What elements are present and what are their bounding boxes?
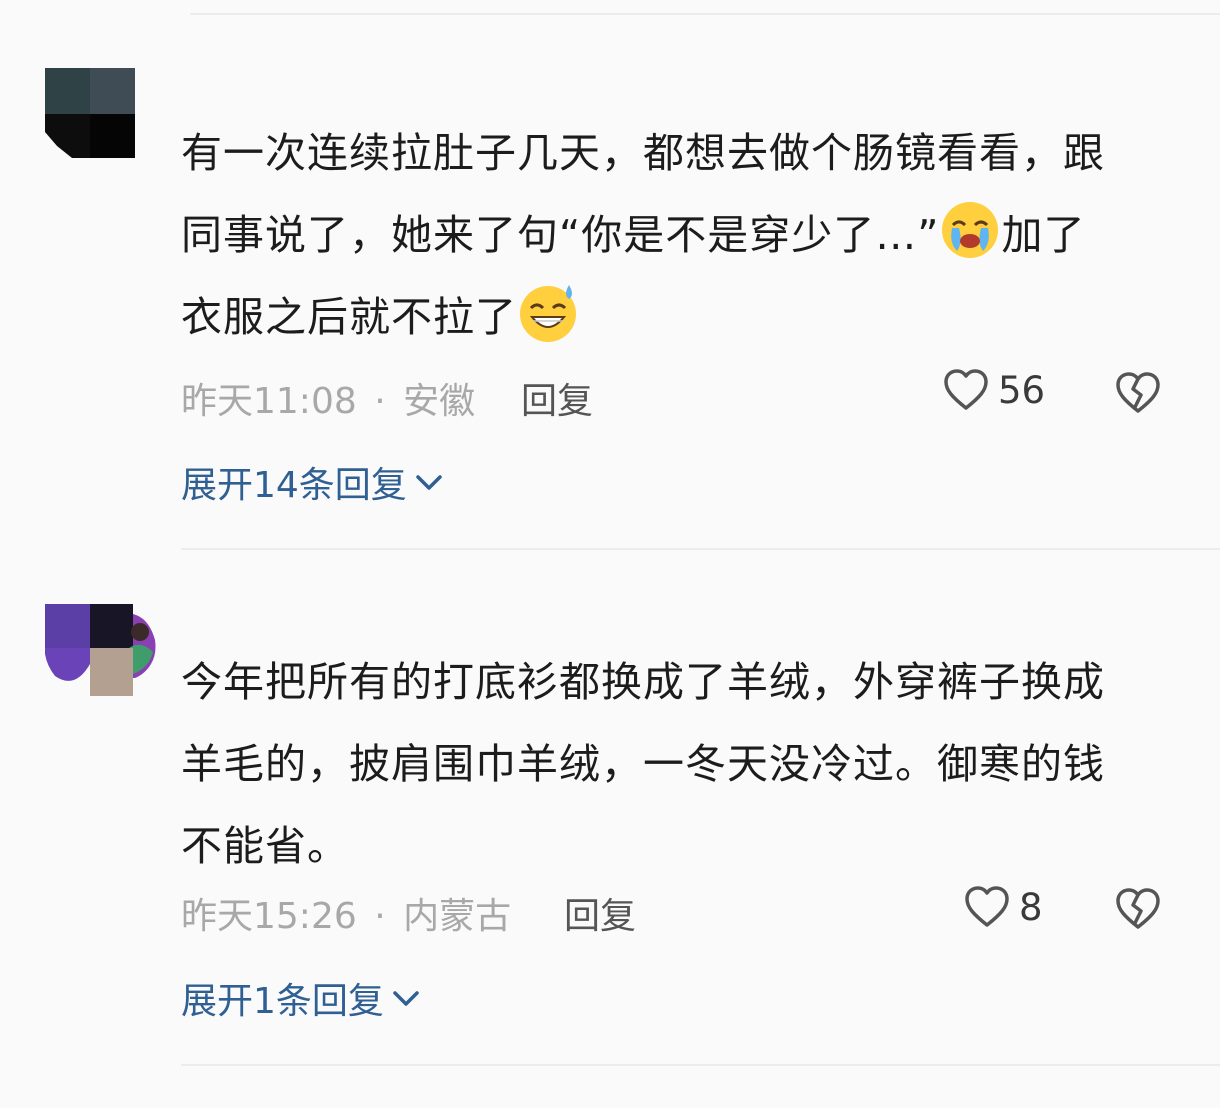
avatar[interactable]	[45, 68, 135, 158]
comment-divider	[181, 548, 1220, 550]
comment-time: 昨天15:26	[181, 896, 357, 937]
top-divider	[190, 13, 1220, 15]
meta-separator: ·	[374, 381, 386, 422]
avatar[interactable]	[45, 604, 157, 696]
comment-meta: 昨天15:26 · 内蒙古	[181, 887, 511, 939]
comment-region: 安徽	[403, 381, 476, 422]
comment-text: 有一次连续拉肚子几天，都想去做个肠镜看看，跟 同事说了，她来了句“你是不是穿少了…	[181, 112, 1181, 358]
heart-outline-icon	[965, 886, 1009, 927]
comment-meta: 昨天11:08 · 安徽	[181, 372, 475, 424]
chevron-down-icon	[416, 475, 442, 490]
like-button[interactable]: 56	[942, 366, 1045, 414]
like-button[interactable]: 8	[963, 883, 1043, 931]
comment-line: 有一次连续拉肚子几天，都想去做个肠镜看看，跟	[181, 129, 1105, 177]
comment-divider	[181, 1064, 1220, 1066]
avatar[interactable]	[78, 1102, 124, 1108]
broken-heart-icon	[1116, 372, 1160, 413]
like-count: 8	[1019, 885, 1043, 929]
crying-face-emoji	[939, 199, 1001, 261]
comment-line: 同事说了，她来了句“你是不是穿少了…” 加了	[181, 194, 1181, 276]
expand-replies-link[interactable]: 展开1条回复	[181, 972, 422, 1024]
username-placeholder[interactable]	[181, 606, 341, 646]
chevron-down-icon	[393, 991, 419, 1006]
reply-button[interactable]: 回复	[521, 372, 593, 424]
comment-time: 昨天11:08	[181, 381, 357, 422]
reply-button[interactable]: 回复	[564, 887, 636, 939]
comment-line: 羊毛的，披肩围巾羊绒，一冬天没冷过。御寒的钱	[181, 740, 1105, 788]
comment-line: 不能省。	[181, 822, 349, 870]
grinning-sweat-emoji	[517, 281, 579, 343]
heart-outline-icon	[944, 369, 988, 410]
meta-separator: ·	[374, 896, 386, 937]
comment-region: 内蒙古	[403, 896, 512, 937]
expand-replies-label: 展开14条回复	[181, 465, 407, 506]
comment-line: 今年把所有的打底衫都换成了羊绒，外穿裤子换成	[181, 658, 1105, 706]
dislike-button[interactable]	[1114, 369, 1162, 421]
expand-replies-label: 展开1条回复	[181, 981, 384, 1022]
expand-replies-link[interactable]: 展开14条回复	[181, 456, 445, 508]
comment-text: 今年把所有的打底衫都换成了羊绒，外穿裤子换成 羊毛的，披肩围巾羊绒，一冬天没冷过…	[181, 641, 1181, 887]
broken-heart-icon	[1116, 888, 1160, 929]
username-placeholder[interactable]	[181, 70, 341, 110]
like-count: 56	[998, 368, 1046, 412]
comment-line: 衣服之后就不拉了	[181, 276, 1181, 358]
dislike-button[interactable]	[1114, 885, 1162, 937]
